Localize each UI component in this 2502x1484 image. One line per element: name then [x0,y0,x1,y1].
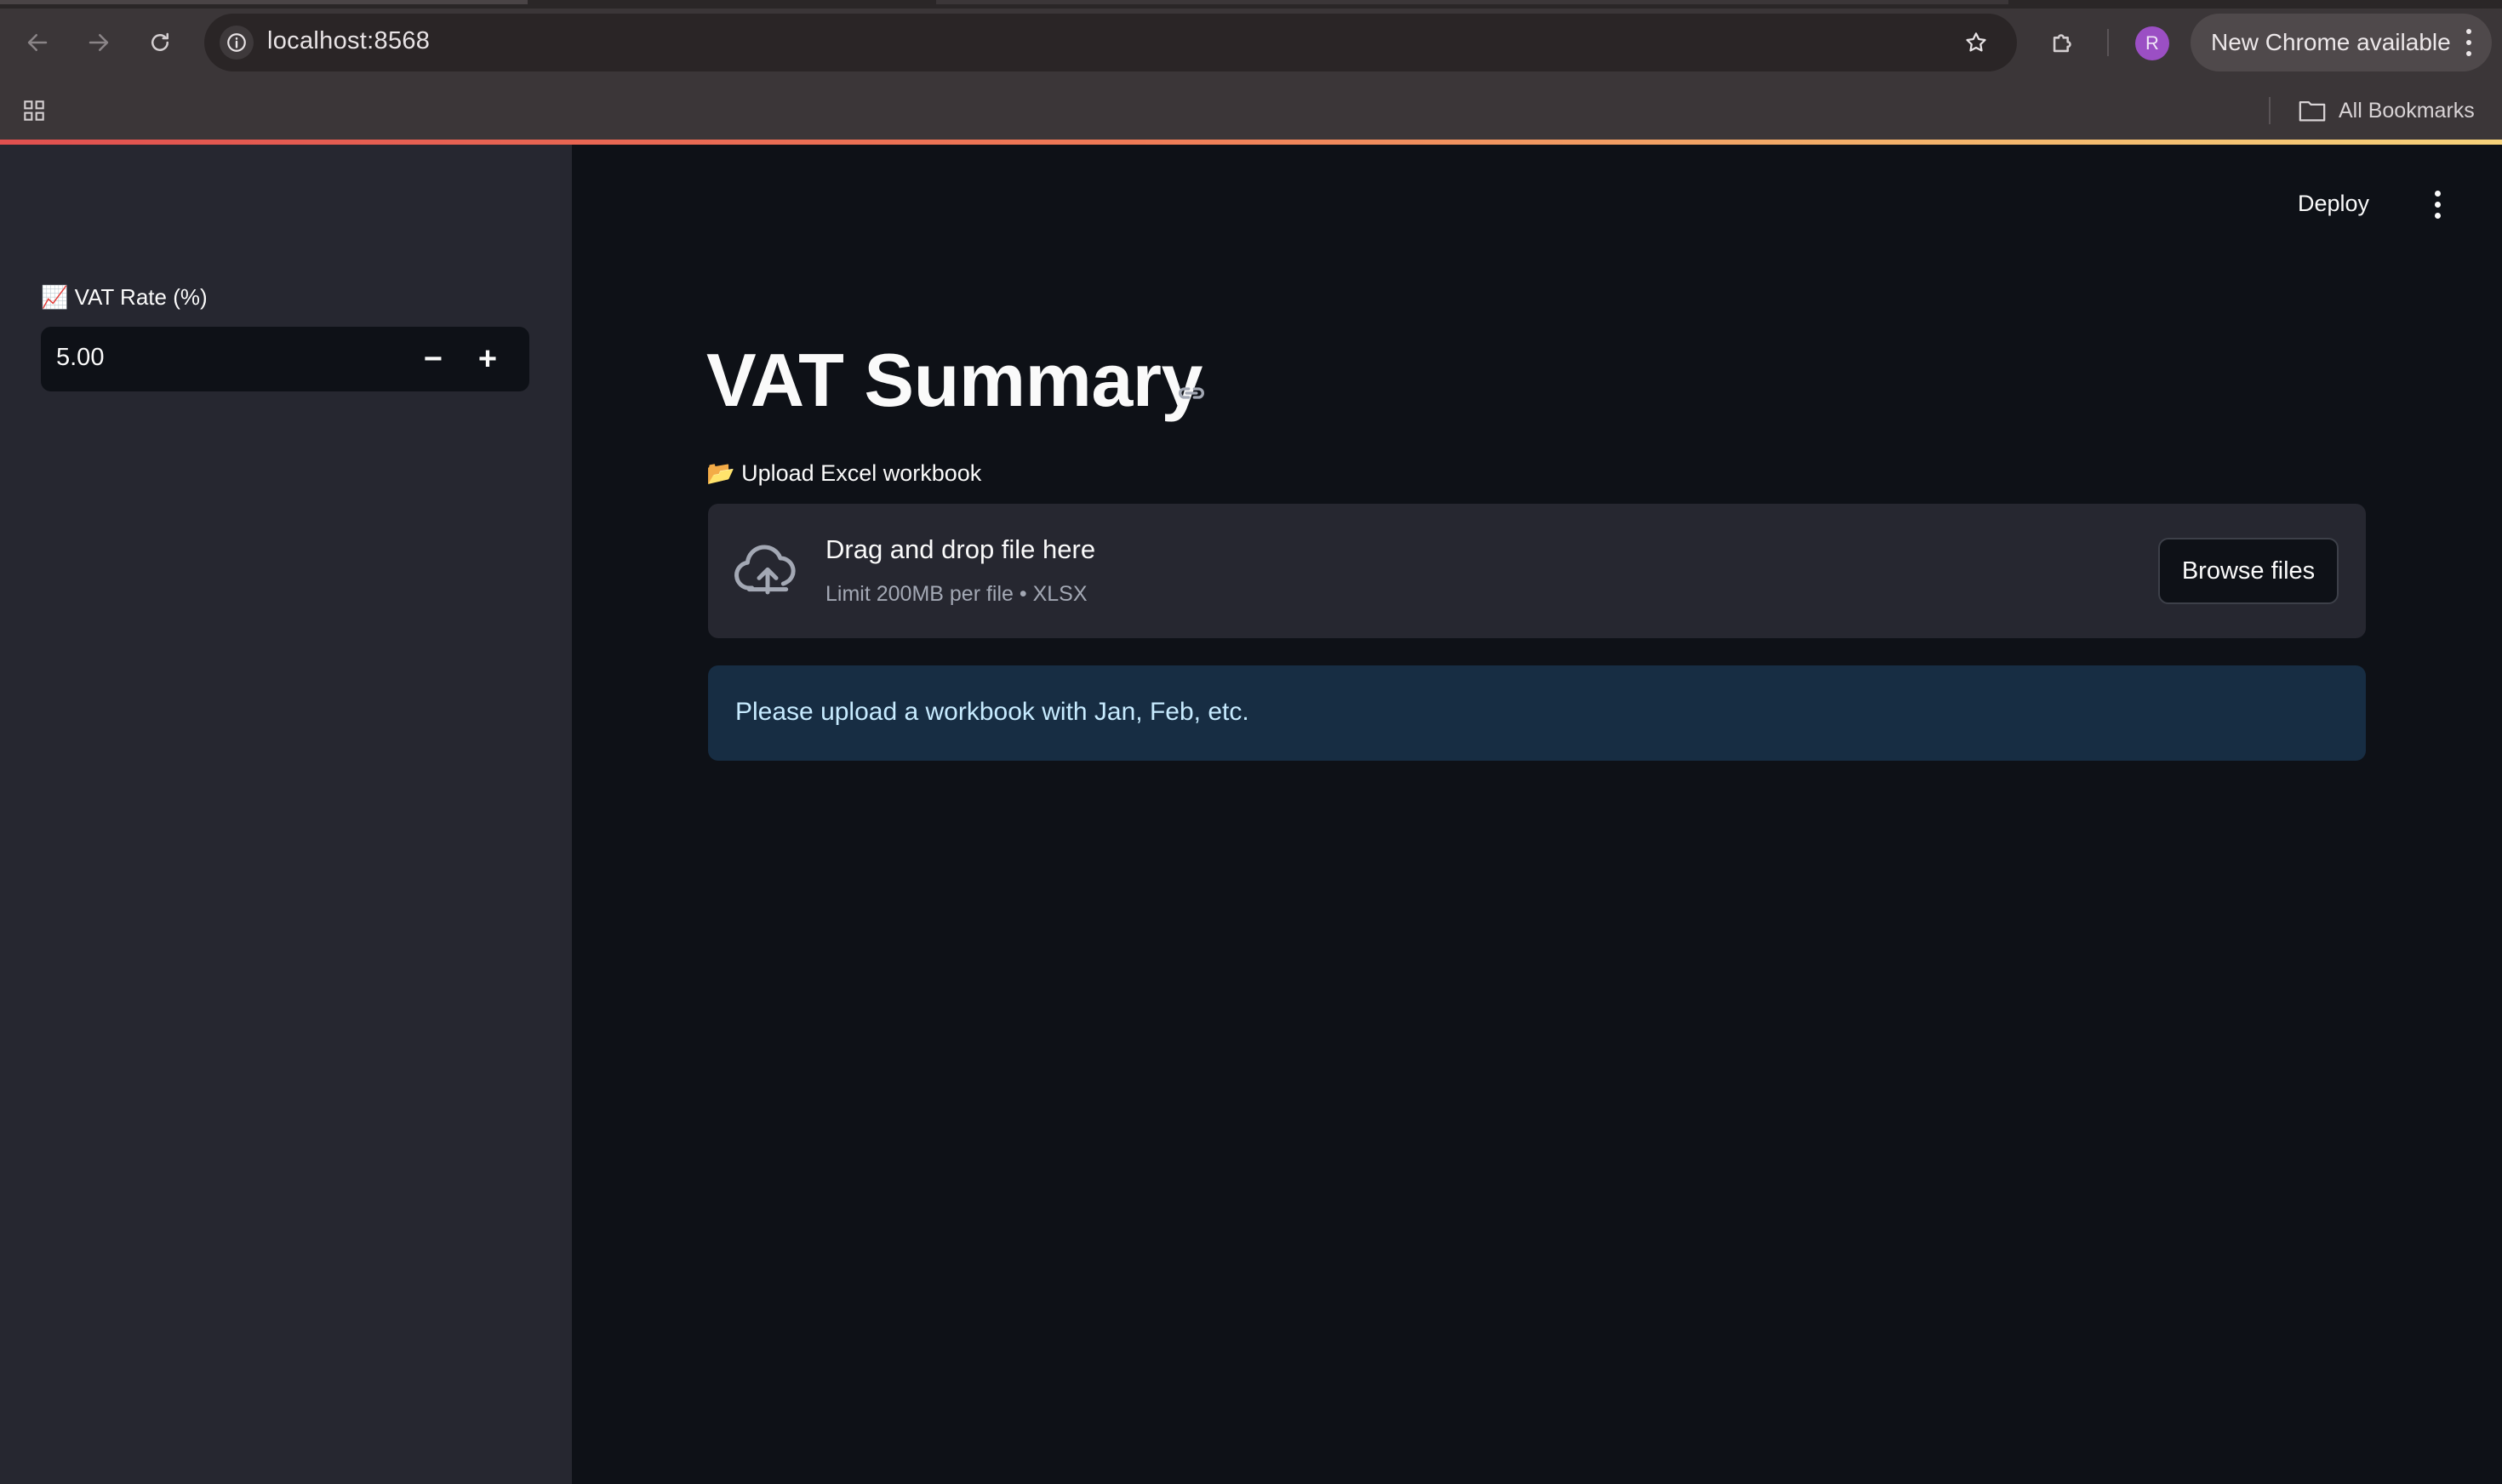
plus-icon: + [477,340,498,377]
address-bar[interactable]: localhost:8568 [204,14,2017,71]
profile-avatar[interactable]: R [2135,26,2169,60]
browser-chrome: localhost:8568 R New Chrome available Al… [0,0,2502,145]
title-anchor-link[interactable] [1173,374,1210,412]
all-bookmarks-button[interactable]: All Bookmarks [2298,94,2475,128]
back-button[interactable] [15,20,60,65]
forward-icon [89,34,109,51]
back-icon [27,34,48,51]
bookmarks-divider [2269,97,2271,124]
info-message: Please upload a workbook with Jan, Feb, … [735,698,1249,726]
extensions-button[interactable] [2041,20,2085,65]
kebab-dot [2434,212,2441,219]
url-text[interactable]: localhost:8568 [267,27,430,55]
star-icon [1966,32,1986,52]
upload-label-text: 📂 Upload Excel workbook [706,460,982,486]
increment-button[interactable]: + [463,335,512,383]
update-label: New Chrome available [2211,29,2451,55]
folder-icon [2299,100,2326,122]
apps-grid-icon [24,100,44,121]
reload-button[interactable] [138,20,182,65]
vat-rate-number-input[interactable]: 5.00 − + [41,327,529,391]
browse-files-button[interactable]: Browse files [2158,538,2339,604]
chrome-menu-icon [2465,29,2473,56]
tab-indicator [0,0,528,4]
bookmark-star-button[interactable] [1959,26,1993,60]
minus-icon: − [423,340,443,377]
sidebar: 📈 VAT Rate (%) 5.00 − + [0,145,572,1484]
kebab-dot [2434,201,2441,208]
extensions-icon [2053,34,2071,53]
chrome-update-button[interactable]: New Chrome available [2191,14,2492,71]
dropzone-title: Drag and drop file here [825,534,1096,564]
info-alert: Please upload a workbook with Jan, Feb, … [708,665,2366,761]
active-tab-indicator [936,0,2008,4]
info-icon [227,33,246,52]
site-info-button[interactable] [220,26,254,60]
upload-label: 📂 Upload Excel workbook [706,459,981,487]
main-menu-button[interactable] [2422,186,2453,223]
file-dropzone[interactable]: Drag and drop file here Limit 200MB per … [708,504,2366,638]
apps-button[interactable] [17,94,51,128]
reload-icon [151,32,169,51]
forward-button[interactable] [77,20,121,65]
vat-rate-label-text: 📈 VAT Rate (%) [41,284,208,310]
link-icon [1179,387,1204,399]
cloud-upload-icon [734,545,796,595]
decrement-button[interactable]: − [408,335,458,383]
vat-rate-label: 📈 VAT Rate (%) [41,284,208,311]
kebab-dot [2434,190,2441,197]
toolbar-divider [2107,29,2109,56]
bookmarks-label: All Bookmarks [2339,98,2475,123]
deploy-button[interactable]: Deploy [2298,182,2369,225]
dropzone-subtitle: Limit 200MB per file • XLSX [825,582,1088,606]
page-title: VAT Summary [706,338,1202,422]
vat-rate-value[interactable]: 5.00 [56,344,104,372]
